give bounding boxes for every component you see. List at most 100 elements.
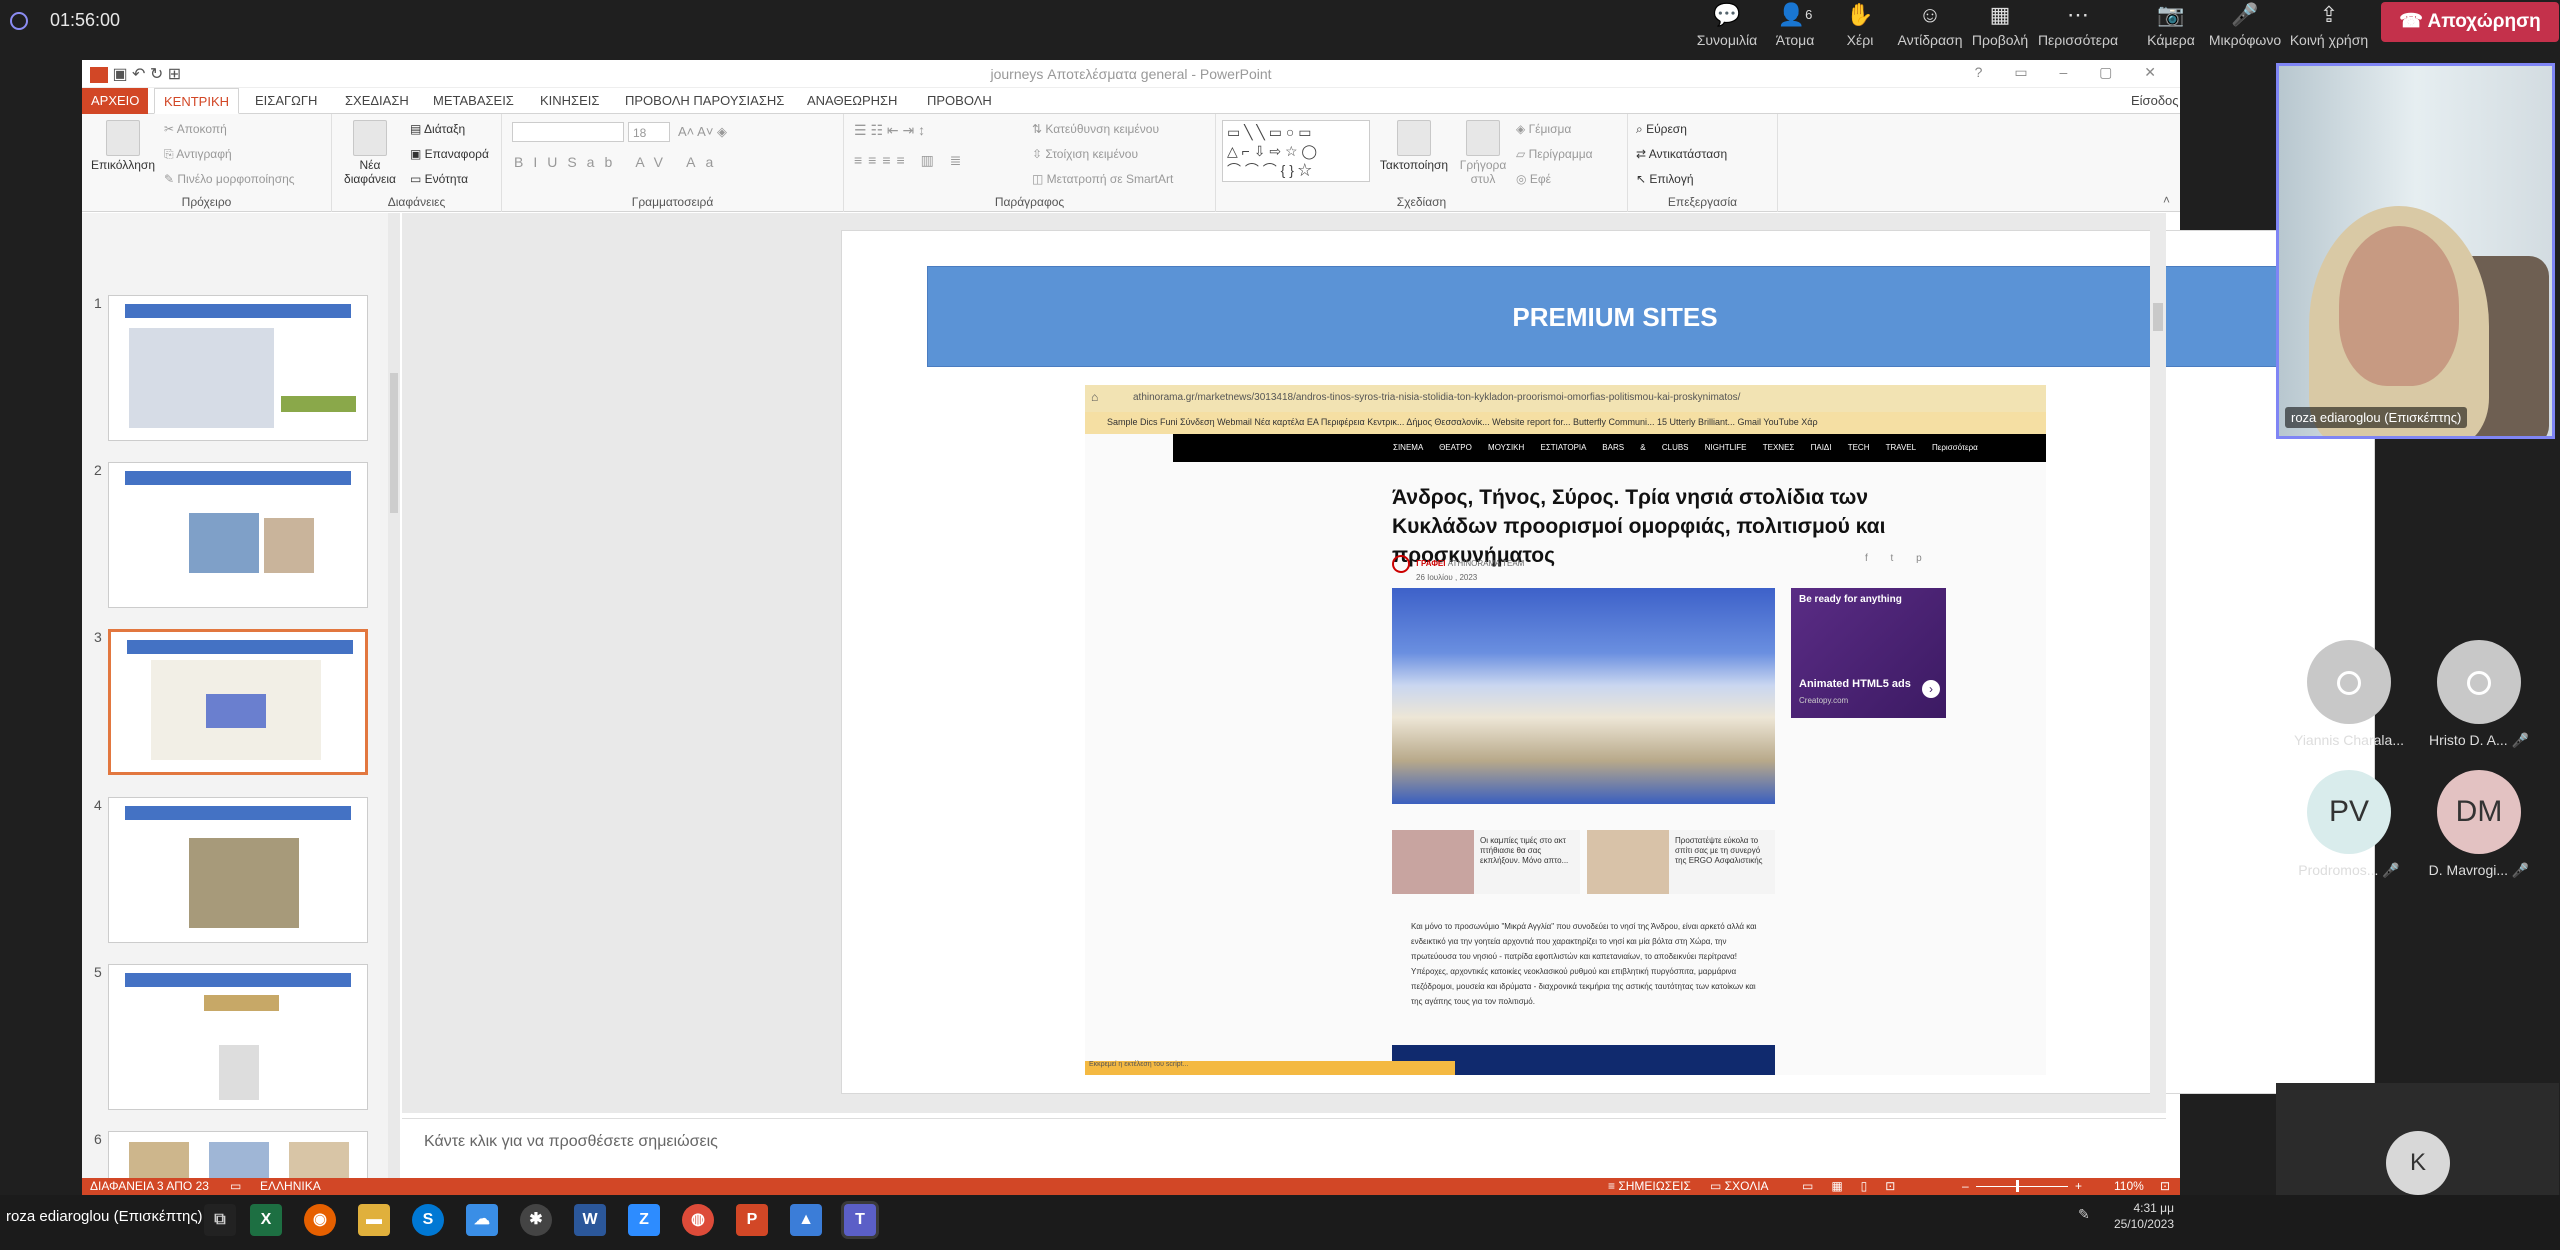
copy-button[interactable]: ⎘ Αντιγραφή — [164, 147, 232, 162]
align-buttons[interactable]: ≡≡≡≡ ▥ ≣ — [854, 152, 967, 169]
taskbar-clock[interactable]: 4:31 μμ 25/10/2023 — [2104, 1200, 2174, 1232]
font-style-buttons[interactable]: BIUSab AV Aa — [514, 154, 723, 170]
tab-file[interactable]: ΑΡΧΕΙΟ — [82, 88, 149, 114]
paste-button[interactable]: Επικόλληση — [88, 120, 158, 172]
cloud-icon[interactable]: ☁ — [466, 1204, 498, 1236]
participant-tile[interactable]: PV Prodromos... 🎤 — [2294, 770, 2404, 879]
shapes-gallery[interactable]: ▭ ╲ ╲ ▭ ○ ▭ △ ⌐ ⇩ ⇨ ☆ ◯ ⌒ ⌒ ⌒ { } ☆ — [1222, 120, 1370, 182]
reset-button[interactable]: ▣ Επαναφορά — [410, 147, 489, 161]
thumb-number: 2 — [94, 462, 102, 478]
slide-thumbnail-4[interactable] — [108, 797, 368, 943]
excel-icon[interactable]: X — [250, 1204, 282, 1236]
format-painter-button[interactable]: ✎ Πινέλο μορφοποίησης — [164, 172, 295, 186]
skype-icon[interactable]: S — [412, 1204, 444, 1236]
text-direction-icon: ⇅ — [1032, 122, 1046, 136]
font-size-input[interactable]: 18 — [628, 122, 670, 142]
effects-icon: ◎ — [1516, 172, 1530, 186]
paragraph-group: ☰ ☷ ⇤ ⇥ ↕ ≡≡≡≡ ▥ ≣ ⇅ Κατεύθυνση κειμένου… — [844, 114, 1216, 212]
participant-tile[interactable]: DM D. Mavrogi... 🎤 — [2424, 770, 2534, 879]
powerpoint-icon[interactable]: P — [736, 1204, 768, 1236]
collapse-ribbon-icon[interactable]: ˄ — [2163, 193, 2170, 207]
tab-review[interactable]: ΑΝΑΘΕΩΡΗΣΗ — [798, 88, 906, 114]
slide-thumbnail-5[interactable] — [108, 964, 368, 1110]
task-view-icon[interactable]: ⧉ — [204, 1204, 236, 1236]
slide-thumbnail-1[interactable] — [108, 295, 368, 441]
slide-thumbnail-pane: 1 2 3 4 5 6 — [82, 213, 400, 1178]
window-controls[interactable]: ? ▭ – ▢ ✕ — [1975, 64, 2170, 81]
slide-thumbnail-2[interactable] — [108, 462, 368, 608]
shape-effects-button[interactable]: ◎ Εφέ — [1516, 172, 1551, 186]
tab-view[interactable]: ΠΡΟΒΟΛΗ — [918, 88, 1001, 114]
participant-tile[interactable]: Hristo D. A... 🎤 — [2424, 640, 2534, 749]
notes-toggle[interactable]: ≡ ΣΗΜΕΙΩΣΕΙΣ — [1608, 1178, 1691, 1195]
slide-thumbnail-3[interactable] — [108, 629, 368, 775]
new-slide-button[interactable]: Νέα διαφάνεια — [340, 120, 400, 186]
thumbnail-scrollbar[interactable] — [388, 213, 400, 1178]
layout-button[interactable]: ▤ Διάταξη — [410, 122, 465, 136]
cut-button[interactable]: ✂ Αποκοπή — [164, 122, 227, 136]
slide-thumbnail-6[interactable] — [108, 1131, 368, 1178]
shape-effects-label: Εφέ — [1529, 172, 1551, 186]
signin-link[interactable]: Είσοδος — [2122, 88, 2188, 114]
zoom-icon[interactable]: Z — [628, 1204, 660, 1236]
teams-icon[interactable]: T — [844, 1204, 876, 1236]
select-button[interactable]: ↖ Επιλογή — [1636, 172, 1694, 186]
language-indicator[interactable]: ΕΛΛΗΝΙΚΑ — [260, 1178, 321, 1195]
quick-styles-button[interactable]: Γρήγορα στυλ — [1454, 120, 1512, 186]
font-grow-shrink-icon[interactable]: A˄ A˅ ◈ — [678, 124, 727, 140]
slide-scrollbar[interactable] — [2150, 213, 2166, 1113]
file-explorer-icon[interactable]: ▬ — [358, 1204, 390, 1236]
comments-toggle[interactable]: ▭ ΣΧΟΛΙΑ — [1710, 1178, 1769, 1195]
photos-icon[interactable]: ▲ — [790, 1204, 822, 1236]
main-participant-video[interactable]: roza ediaroglou (Επισκέπτης) — [2276, 63, 2555, 439]
zoom-slider[interactable]: – + — [1962, 1178, 2082, 1195]
zoom-in-icon[interactable]: + — [2075, 1178, 2082, 1195]
ad-site: Creatopy.com — [1799, 696, 1849, 705]
mic-button[interactable]: 🎤 Μικρόφωνο — [2200, 0, 2290, 60]
zoom-level[interactable]: 110% — [2114, 1178, 2144, 1195]
text-direction-button[interactable]: ⇅ Κατεύθυνση κειμένου — [1032, 122, 1159, 136]
zoom-slider-thumb[interactable] — [2016, 1180, 2019, 1192]
chrome-icon[interactable]: ◍ — [682, 1204, 714, 1236]
find-label: Εύρεση — [1646, 122, 1687, 136]
author-label: ΓΡΑΦΕΙ — [1416, 559, 1446, 569]
shape-outline-button[interactable]: ▱ Περίγραμμα — [1516, 147, 1593, 161]
premium-sites-banner[interactable]: PREMIUM SITES — [927, 266, 2303, 367]
arrange-label: Τακτοποίηση — [1379, 158, 1449, 172]
pen-icon[interactable]: ✎ — [2078, 1206, 2090, 1223]
firefox-icon[interactable]: ◉ — [304, 1204, 336, 1236]
leave-button[interactable]: ☎ Αποχώρηση — [2381, 2, 2559, 42]
replace-button[interactable]: ⇄ Αντικατάσταση — [1636, 147, 1727, 161]
smartart-button[interactable]: ◫ Μετατροπή σε SmartArt — [1032, 172, 1173, 186]
tab-transitions[interactable]: ΜΕΤΑΒΑΣΕΙΣ — [424, 88, 523, 114]
tab-design[interactable]: ΣΧΕΔΙΑΣΗ — [336, 88, 418, 114]
list-buttons[interactable]: ☰ ☷ ⇤ ⇥ ↕ — [854, 122, 925, 139]
slide-canvas[interactable]: PREMIUM SITES ⌂ athinorama.gr/marketnews… — [842, 231, 2374, 1093]
tab-home[interactable]: ΚΕΝΤΡΙΚΗ — [154, 88, 240, 114]
word-icon[interactable]: W — [574, 1204, 606, 1236]
align-text-button[interactable]: ⇳ Στοίχιση κειμένου — [1032, 147, 1138, 161]
more-button[interactable]: ⋯ Περισσότερα — [2030, 0, 2126, 60]
spellcheck-icon[interactable]: ▭ — [230, 1178, 241, 1195]
brush-icon: ✎ — [164, 172, 178, 186]
arrange-icon — [1397, 120, 1431, 156]
replace-icon: ⇄ — [1636, 147, 1649, 161]
shape-fill-button[interactable]: ◈ Γέμισμα — [1516, 122, 1571, 136]
notes-pane[interactable]: Κάντε κλικ για να προσθέσετε σημειώσεις — [402, 1118, 2166, 1178]
layout-label: Διάταξη — [424, 122, 466, 136]
slack-icon[interactable]: ✱ — [520, 1204, 552, 1236]
tab-insert[interactable]: ΕΙΣΑΓΩΓΗ — [246, 88, 326, 114]
participant-tile[interactable]: Yiannis Charala... — [2294, 640, 2404, 748]
tab-animations[interactable]: ΚΙΝΗΣΕΙΣ — [531, 88, 608, 114]
tab-slideshow[interactable]: ΠΡΟΒΟΛΗ ΠΑΡΟΥΣΙΑΣΗΣ — [616, 88, 793, 114]
zoom-out-icon[interactable]: – — [1962, 1178, 1969, 1195]
fit-slide-icon[interactable]: ⊡ — [2160, 1178, 2170, 1195]
section-button[interactable]: ▭ Ενότητα — [410, 172, 468, 186]
find-button[interactable]: ⌕ Εύρεση — [1636, 122, 1687, 137]
share-button[interactable]: ⇪ Κοινή χρήση — [2284, 0, 2374, 60]
arrange-button[interactable]: Τακτοποίηση — [1378, 120, 1450, 172]
website-screenshot-image[interactable]: ⌂ athinorama.gr/marketnews/3013418/andro… — [1085, 385, 2046, 1075]
font-name-input[interactable] — [512, 122, 624, 142]
notes-toggle-label: ΣΗΜΕΙΩΣΕΙΣ — [1618, 1179, 1691, 1193]
view-mode-icons[interactable]: ▭▦▯⊡ — [1802, 1178, 1913, 1195]
